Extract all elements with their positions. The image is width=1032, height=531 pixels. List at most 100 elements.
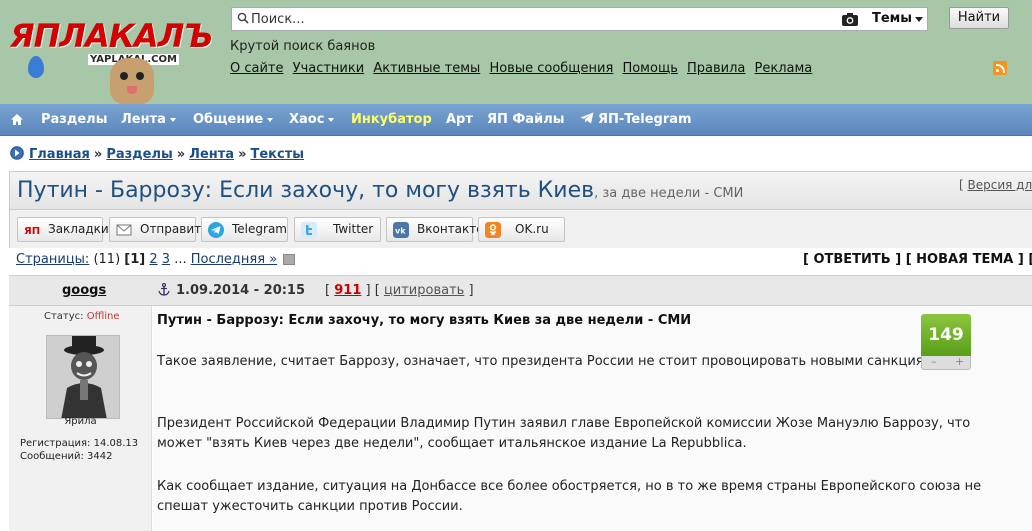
nav-files[interactable]: ЯП Файлы <box>487 112 564 127</box>
print-version-link[interactable]: Версия для <box>968 178 1032 192</box>
breadcrumb-separator: » <box>176 147 186 162</box>
search-scope-label: Темы <box>872 11 913 26</box>
topic-header: Путин - Баррозу: Если захочу, то могу вз… <box>9 171 1032 210</box>
author-status: Статус: Offline <box>44 311 120 322</box>
nav-communication[interactable]: Общение <box>193 112 274 127</box>
main-nav: Разделы Лента Общение Хаос Инкубатор Арт… <box>0 104 1032 136</box>
bookmark-button[interactable]: ЯП Закладки <box>17 217 109 242</box>
breadcrumb-home[interactable]: Главная <box>29 147 90 162</box>
send-button[interactable]: Отправить <box>109 217 208 242</box>
svg-text:ЯП: ЯП <box>24 226 40 237</box>
page-jump-icon[interactable] <box>283 254 296 265</box>
nav-telegram-label: ЯП-Telegram <box>598 112 692 127</box>
tear-drop-icon <box>28 56 44 78</box>
rss-icon[interactable] <box>993 61 1007 75</box>
ok-share-button[interactable]: OK.ru <box>478 217 565 242</box>
post-paragraph: Президент Российской Федерации Владимир … <box>157 416 971 451</box>
print-version: [ Версия для <box>959 178 1032 192</box>
link-help[interactable]: Помощь <box>622 61 677 76</box>
chevron-down-icon <box>169 117 176 122</box>
pages-label[interactable]: Страницы: <box>16 252 89 267</box>
nav-sections[interactable]: Разделы <box>41 112 107 127</box>
top-links: О сайте Участники Активные темы Новые со… <box>230 61 817 76</box>
status-label: Статус: <box>44 311 84 322</box>
rating-minus-button[interactable]: – <box>931 355 937 368</box>
chevron-down-icon <box>267 117 274 122</box>
logo-text: ЯПЛАКАЛЪ <box>10 17 213 55</box>
topic-actions[interactable]: [ ОТВЕТИТЬ ] [ НОВАЯ ТЕМА ] [ О <box>803 252 1032 267</box>
ok-icon <box>485 222 501 238</box>
nav-communication-label: Общение <box>193 112 264 127</box>
post-paragraph: Такое заявление, считает Баррозу, означа… <box>157 354 947 369</box>
pages-count: (11) <box>93 252 121 267</box>
camera-icon[interactable] <box>841 12 859 27</box>
message-count: Сообщений: 3442 <box>20 451 113 462</box>
link-active-topics[interactable]: Активные темы <box>373 61 480 76</box>
link-ads[interactable]: Реклама <box>755 61 813 76</box>
rating-value: 149 <box>921 314 971 356</box>
post-number[interactable]: 911 <box>334 283 361 298</box>
link-members[interactable]: Участники <box>293 61 365 76</box>
breadcrumb-separator: » <box>238 147 247 162</box>
site-logo[interactable]: ЯПЛАКАЛЪ YAPLAKAL.COM <box>8 12 213 104</box>
status-value: Offline <box>86 311 120 322</box>
page-link-3[interactable]: 3 <box>162 252 170 267</box>
nav-chaos-label: Хаос <box>289 112 325 127</box>
breadcrumb-feed[interactable]: Лента <box>189 147 234 162</box>
breadcrumb: Главная» Разделы» Лента» Тексты <box>10 146 304 162</box>
post-heading: Путин - Баррозу: Если захочу, то могу вз… <box>157 313 692 328</box>
home-icon[interactable] <box>10 113 24 126</box>
post-rating: 149 – + <box>921 314 971 370</box>
twitter-share-label: Twitter <box>333 222 374 236</box>
yap-logo-icon: ЯП <box>24 226 40 237</box>
link-about[interactable]: О сайте <box>230 61 284 76</box>
telegram-share-button[interactable]: Telegram <box>201 217 288 242</box>
search-button[interactable]: Найти <box>949 7 1009 29</box>
search-scope-select[interactable]: Темы <box>864 8 927 30</box>
avatar-caption: Ярила <box>64 416 97 427</box>
svg-text:vk: vk <box>395 227 406 236</box>
envelope-icon <box>116 224 132 236</box>
nav-feed-label: Лента <box>121 112 166 127</box>
forward-arrow-icon <box>10 146 24 160</box>
chevron-down-icon <box>328 117 335 122</box>
breadcrumb-sections[interactable]: Разделы <box>106 147 172 162</box>
bookmark-label: Закладки <box>48 222 109 236</box>
link-rules[interactable]: Правила <box>687 61 745 76</box>
nav-chaos[interactable]: Хаос <box>289 112 335 127</box>
link-new-messages[interactable]: Новые сообщения <box>489 61 613 76</box>
nav-feed[interactable]: Лента <box>121 112 176 127</box>
nav-incubator[interactable]: Инкубатор <box>351 112 432 127</box>
last-page-link[interactable]: Последняя » <box>191 252 277 267</box>
rating-plus-button[interactable]: + <box>955 355 964 368</box>
author-name[interactable]: googs <box>62 283 106 298</box>
ok-share-label: OK.ru <box>515 222 549 236</box>
crying-cat-mascot <box>110 58 154 104</box>
author-panel: Статус: Offline Ярила Регистрация: 14.08… <box>9 306 152 531</box>
vk-share-button[interactable]: vk Вконтакте <box>386 217 484 242</box>
nav-telegram[interactable]: ЯП-Telegram <box>580 112 692 127</box>
rating-controls: – + <box>921 355 971 370</box>
post-header: googs 1.09.2014 - 20:15[ 911 ] [ цитиров… <box>9 275 1032 306</box>
breadcrumb-texts[interactable]: Тексты <box>250 147 304 162</box>
quote-link[interactable]: цитировать <box>384 283 464 298</box>
page-link-2[interactable]: 2 <box>149 252 157 267</box>
pages-ellipsis: ... <box>174 252 187 267</box>
site-header: ЯПЛАКАЛЪ YAPLAKAL.COM Темы Найти Крутой … <box>0 0 1032 104</box>
anchor-icon[interactable] <box>158 283 170 296</box>
avatar[interactable] <box>46 335 120 419</box>
nav-art[interactable]: Арт <box>446 112 473 127</box>
vk-share-label: Вконтакте <box>417 222 484 236</box>
chevron-down-icon <box>915 17 923 22</box>
pagination: Страницы: (11) [1] 2 3 ... Последняя » <box>16 252 296 267</box>
registration-date: Регистрация: 14.08.13 <box>20 438 139 449</box>
telegram-icon <box>208 222 224 238</box>
topic-title-text: Путин - Баррозу: Если захочу, то могу вз… <box>17 178 595 203</box>
post-date: 1.09.2014 - 20:15 <box>176 283 306 298</box>
telegram-icon <box>580 112 594 124</box>
search-input[interactable] <box>251 10 841 28</box>
post-paragraph: Как сообщает издание, ситуация на Донбас… <box>157 479 982 514</box>
twitter-share-button[interactable]: Twitter <box>294 217 381 242</box>
twitter-icon <box>301 222 317 238</box>
post-body: Путин - Баррозу: Если захочу, то могу вз… <box>153 306 1032 531</box>
